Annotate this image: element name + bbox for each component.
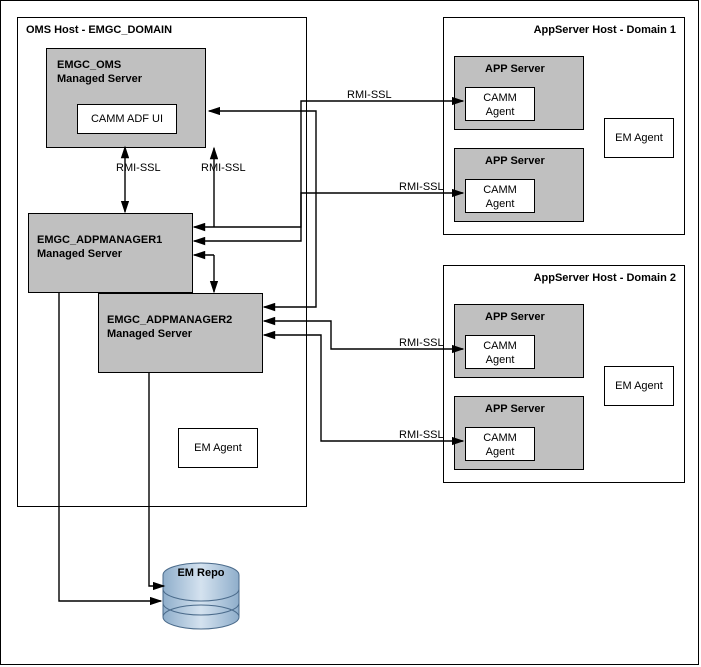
rmi-ssl-1: RMI-SSL <box>116 162 161 174</box>
emgc-oms-title: EMGC_OMS <box>57 59 121 71</box>
emgc-adp1-subtitle: Managed Server <box>37 248 122 260</box>
d1-appserver2-title: APP Server <box>485 155 545 167</box>
d2-camm2-l1: CAMM <box>483 432 517 444</box>
d1-appserver1-title: APP Server <box>485 63 545 75</box>
camm-adf-ui-label: CAMM ADF UI <box>91 113 163 125</box>
emgc-adp2-box: EMGC_ADPMANAGER2 Managed Server <box>98 293 263 373</box>
d1-em-agent: EM Agent <box>604 118 674 158</box>
oms-host-title: OMS Host - EMGC_DOMAIN <box>26 24 172 36</box>
domain1-panel: AppServer Host - Domain 1 APP Server CAM… <box>443 17 685 235</box>
emgc-oms-box: EMGC_OMS Managed Server CAMM ADF UI <box>46 48 206 148</box>
d1-camm1-l2: Agent <box>486 106 515 118</box>
d1-em-agent-label: EM Agent <box>615 132 663 144</box>
d2-appserver1-title: APP Server <box>485 311 545 323</box>
d1-appserver1: APP Server CAMM Agent <box>454 56 584 130</box>
oms-em-agent-label: EM Agent <box>194 442 242 454</box>
em-repo-label: EM Repo <box>161 567 241 579</box>
emgc-adp1-title: EMGC_ADPMANAGER1 <box>37 234 162 246</box>
diagram-root: OMS Host - EMGC_DOMAIN EMGC_OMS Managed … <box>0 0 699 665</box>
oms-host-panel: OMS Host - EMGC_DOMAIN EMGC_OMS Managed … <box>17 17 307 507</box>
d2-camm2-l2: Agent <box>486 446 515 458</box>
rmi-ssl-4: RMI-SSL <box>399 181 444 193</box>
d2-appserver1: APP Server CAMM Agent <box>454 304 584 378</box>
domain2-panel: AppServer Host - Domain 2 APP Server CAM… <box>443 265 685 483</box>
d2-camm1: CAMM Agent <box>465 335 535 369</box>
d1-camm1-l1: CAMM <box>483 92 517 104</box>
d1-camm2: CAMM Agent <box>465 179 535 213</box>
d1-camm2-l1: CAMM <box>483 184 517 196</box>
oms-em-agent-box: EM Agent <box>178 428 258 468</box>
rmi-ssl-2: RMI-SSL <box>201 162 246 174</box>
rmi-ssl-6: RMI-SSL <box>399 429 444 441</box>
rmi-ssl-3: RMI-SSL <box>347 89 392 101</box>
emgc-adp2-title: EMGC_ADPMANAGER2 <box>107 314 232 326</box>
domain1-title: AppServer Host - Domain 1 <box>534 24 676 36</box>
d2-camm1-l2: Agent <box>486 354 515 366</box>
d2-appserver2-title: APP Server <box>485 403 545 415</box>
d2-appserver2: APP Server CAMM Agent <box>454 396 584 470</box>
emgc-adp2-subtitle: Managed Server <box>107 328 192 340</box>
em-repo: EM Repo <box>161 561 241 631</box>
d1-appserver2: APP Server CAMM Agent <box>454 148 584 222</box>
d2-em-agent: EM Agent <box>604 366 674 406</box>
d2-em-agent-label: EM Agent <box>615 380 663 392</box>
domain2-title: AppServer Host - Domain 2 <box>534 272 676 284</box>
d2-camm1-l1: CAMM <box>483 340 517 352</box>
camm-adf-ui-box: CAMM ADF UI <box>77 104 177 134</box>
d1-camm2-l2: Agent <box>486 198 515 210</box>
rmi-ssl-5: RMI-SSL <box>399 337 444 349</box>
emgc-adp1-box: EMGC_ADPMANAGER1 Managed Server <box>28 213 193 293</box>
d1-camm1: CAMM Agent <box>465 87 535 121</box>
d2-camm2: CAMM Agent <box>465 427 535 461</box>
emgc-oms-subtitle: Managed Server <box>57 73 142 85</box>
